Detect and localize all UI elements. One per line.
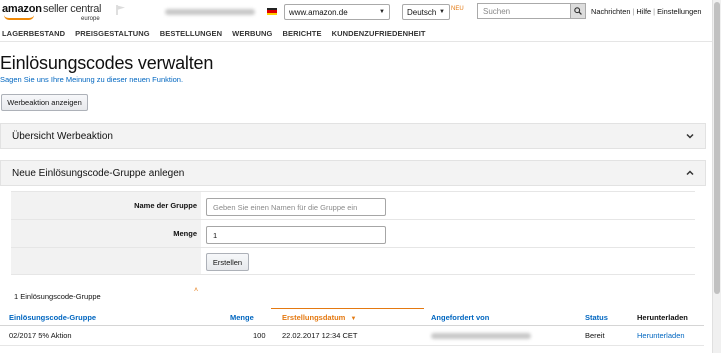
form-row-quantity: Menge [11,219,695,247]
panel-title: Übersicht Werbeaktion [12,130,113,142]
marketplace-select[interactable]: www.amazon.de ▼ [284,4,390,20]
main-nav: LAGERBESTAND PREISGESTALTUNG BESTELLUNGE… [0,26,712,40]
flag-icon[interactable] [115,4,127,16]
chevron-down-icon [686,133,694,139]
store-name-redacted [165,9,255,15]
group-name-input[interactable] [206,198,386,216]
separator: | [653,7,656,16]
top-bar: amazon seller central europe www.amazon.… [0,0,712,24]
search-icon [574,7,582,15]
column-header-quantity[interactable]: Menge [230,308,254,326]
feedback-link[interactable]: Sagen Sie uns Ihre Meinung zu dieser neu… [0,75,183,84]
language-value: Deutsch [407,7,437,17]
logo-product-text: seller central [43,3,102,15]
nav-advertising[interactable]: WERBUNG [232,29,272,38]
form-row-group-name: Name der Gruppe [11,191,695,219]
nav-inventory[interactable]: LAGERBESTAND [2,29,65,38]
language-select[interactable]: Deutsch ▼ [402,4,450,20]
logo-amazon-text: amazon [2,3,42,15]
quantity-label: Menge [11,220,201,247]
empty-label-cell [11,248,201,274]
create-button[interactable]: Erstellen [206,253,249,271]
page-scrollbar[interactable] [712,0,721,353]
sort-descending-icon: ▼ [350,316,357,322]
search-button[interactable] [570,3,586,19]
messages-link[interactable]: Nachrichten [591,7,630,16]
nav-performance[interactable]: KUNDENZUFRIEDENHEIT [332,29,426,38]
column-header-group[interactable]: Einlösungscode-Gruppe [9,308,96,326]
page-title: Einlösungscodes verwalten [0,53,214,73]
nav-reports[interactable]: BERICHTE [282,29,321,38]
germany-flag-icon [267,8,277,15]
amazon-smile-icon [4,15,34,20]
column-header-created-label: Erstellungsdatum [282,313,346,322]
help-link[interactable]: Hilfe [636,7,651,16]
chevron-down-icon: ▼ [439,9,445,15]
cell-status: Bereit [585,331,605,340]
requester-email-redacted [431,333,531,339]
chevron-up-icon [686,170,694,176]
cell-created: 22.02.2017 12:34 CET [282,331,358,340]
nav-pricing[interactable]: PREISGESTALTUNG [75,29,150,38]
separator: | [632,7,635,16]
logo-region-text: europe [81,16,100,22]
form-row-submit: Erstellen [11,247,695,275]
amazon-seller-central-logo[interactable]: amazon seller central europe [2,3,112,23]
chevron-down-icon: ▼ [379,9,385,15]
promotion-overview-panel-header[interactable]: Übersicht Werbeaktion [0,123,706,149]
caret-up-icon: ˄ [194,287,199,294]
column-header-requested-by[interactable]: Angefordert von [431,308,489,326]
row-divider [0,345,704,346]
marketplace-value: www.amazon.de [289,7,348,17]
cell-quantity: 100 [253,331,266,340]
download-link[interactable]: Herunterladen [637,331,685,340]
quantity-input[interactable] [206,226,386,244]
nav-orders[interactable]: BESTELLUNGEN [160,29,222,38]
scrollbar-thumb[interactable] [714,2,720,294]
group-name-label: Name der Gruppe [11,192,201,219]
column-header-download: Herunterladen [637,313,688,322]
top-links: Nachrichten | Hilfe | Einstellungen [591,7,701,16]
new-badge: NEU [451,6,464,12]
show-promotion-button[interactable]: Werbeaktion anzeigen [1,94,88,111]
search-input[interactable] [477,3,570,19]
cell-group: 02/2017 5% Aktion [9,331,72,340]
nav-divider [0,41,712,42]
column-header-created[interactable]: Erstellungsdatum ▼ [282,308,356,326]
new-code-group-panel-header[interactable]: Neue Einlösungscode-Gruppe anlegen [0,160,706,186]
column-header-status[interactable]: Status [585,308,608,326]
header-divider [0,325,704,326]
group-count-text: 1 Einlösungscode-Gruppe [14,292,101,301]
panel-title: Neue Einlösungscode-Gruppe anlegen [12,167,185,179]
settings-link[interactable]: Einstellungen [657,7,701,16]
